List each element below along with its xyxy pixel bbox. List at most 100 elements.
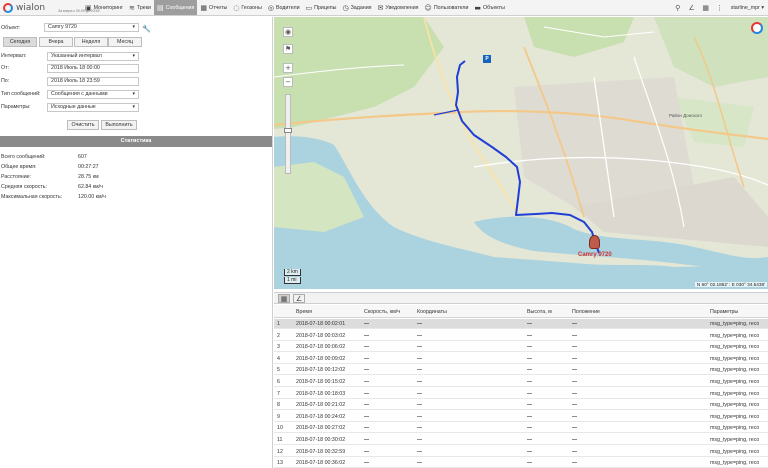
period-button[interactable]: Месяц <box>108 37 142 47</box>
nav-item-5[interactable]: ◎ Водители <box>265 0 303 15</box>
task-icon: ◷ <box>342 3 349 12</box>
table-cell: — <box>364 402 370 409</box>
table-cell: 3 <box>277 344 280 351</box>
table-cell: 13 <box>277 460 283 467</box>
table-row[interactable]: 4 2018-07-18 00:09:02 — — — — msg_type=ping, r… <box>274 354 768 364</box>
column-header[interactable]: Высота, м <box>527 309 552 315</box>
table-cell: — <box>364 321 370 327</box>
from-label: От: <box>1 65 10 71</box>
parking-marker[interactable]: P <box>483 55 491 63</box>
zoom-slider[interactable] <box>284 94 292 174</box>
interval-select[interactable]: Указанный интервал ▾ <box>47 52 139 61</box>
layers-icon[interactable]: ◉ <box>283 27 293 37</box>
period-button[interactable]: Неделя <box>74 37 108 47</box>
nav-item-3[interactable]: ▦ Отчеты <box>197 0 230 15</box>
nav-item-label: Геозоны <box>241 4 262 11</box>
stat-value: 28.75 км <box>78 174 99 180</box>
messages-table: Время Скорость, км/ч Координаты Высота, м По… <box>274 305 768 468</box>
table-row[interactable]: 7 2018-07-18 00:18:03 — — — — msg_type=ping, r… <box>274 389 768 399</box>
search-icon[interactable]: ⚲ <box>671 4 685 12</box>
table-cell: msg_type=ping, reco <box>710 425 760 432</box>
table-row[interactable]: 1 2018-07-18 00:02:01 — — — — msg_type=ping, r… <box>274 319 768 329</box>
stat-key: Максимальная скорость: <box>1 194 63 200</box>
unit-marker-label: Camry 9720 <box>578 252 612 258</box>
table-row[interactable]: 3 2018-07-18 00:06:02 — — — — msg_type=ping, r… <box>274 342 768 353</box>
table-cell: — <box>572 425 578 432</box>
nav-item-6[interactable]: ▭ Прицепы <box>303 0 340 15</box>
graph-icon[interactable]: ∠ <box>293 294 305 303</box>
period-button[interactable]: Вчера <box>39 37 73 47</box>
district-label: Район Донского <box>669 113 703 118</box>
table-cell: — <box>417 332 423 339</box>
chart-icon[interactable]: ∠ <box>685 4 699 12</box>
column-header[interactable]: Положение <box>572 309 600 315</box>
table-cell: — <box>364 413 370 420</box>
nav-item-1[interactable]: ≋ Треки <box>126 0 154 15</box>
zoom-in-button[interactable]: + <box>283 63 293 73</box>
table-cell: — <box>417 402 423 409</box>
nav-item-9[interactable]: ☺ Пользователи <box>422 0 472 15</box>
unit-marker-icon[interactable] <box>589 235 600 249</box>
table-icon[interactable]: ▦ <box>278 294 290 303</box>
period-button[interactable]: Сегодня <box>3 37 37 47</box>
table-cell: — <box>527 332 533 339</box>
table-row[interactable]: 6 2018-07-18 00:15:02 — — — — msg_type=ping, r… <box>274 377 768 387</box>
column-header[interactable]: Параметры <box>710 309 738 315</box>
table-row[interactable]: 10 2018-07-18 00:27:02 — — — — msg_type=ping, … <box>274 423 768 434</box>
map-scale: 2 km 1 mi <box>284 269 301 285</box>
nav-item-4[interactable]: ◌ Геозоны <box>230 0 265 15</box>
clear-button[interactable]: Очистить <box>67 120 99 130</box>
nav-item-8[interactable]: ✉ Уведомления <box>375 0 422 15</box>
table-row[interactable]: 13 2018-07-18 00:36:02 — — — — msg_type=ping, … <box>274 458 768 468</box>
table-cell: — <box>364 379 370 385</box>
table-row[interactable]: 5 2018-07-18 00:12:02 — — — — msg_type=ping, r… <box>274 365 768 376</box>
nav-item-7[interactable]: ◷ Задания <box>339 0 374 15</box>
column-header[interactable]: Скорость, км/ч <box>364 309 400 315</box>
table-cell: — <box>527 413 533 420</box>
table-cell: — <box>364 332 370 339</box>
messages-panel: Объект: Camry 9720 ▾ 🔧 Сегодня Вчера Недел… <box>0 17 273 468</box>
table-row[interactable]: 2 2018-07-18 00:03:02 — — — — msg_type=ping, r… <box>274 331 768 341</box>
menu-icon[interactable]: ⋮ <box>713 4 727 12</box>
message-type-select[interactable]: Сообщения с данными ▾ <box>47 90 139 99</box>
table-row[interactable]: 8 2018-07-18 00:21:02 — — — — msg_type=ping, r… <box>274 400 768 411</box>
column-header[interactable]: Время <box>296 309 312 315</box>
table-row[interactable]: 9 2018-07-18 00:24:02 — — — — msg_type=ping, r… <box>274 412 768 422</box>
top-right-tools: ⚲ ∠ ▦ ⋮ starline_mpr ▾ <box>671 0 768 15</box>
top-navigation-bar: wialon За вчера с 00:00 до 23:59 ▣ Монито… <box>0 0 768 16</box>
table-row[interactable]: 12 2018-07-18 00:32:59 — — — — msg_type=ping, … <box>274 447 768 457</box>
table-row[interactable]: 11 2018-07-18 00:30:02 — — — — msg_type=ping, … <box>274 435 768 445</box>
table-cell: — <box>572 321 578 327</box>
map-view[interactable]: Район Донского ◉ ⚑ + − P Camry 9720 2 km… <box>274 17 768 289</box>
column-header[interactable]: Координаты <box>417 309 447 315</box>
table-cell: — <box>417 425 423 432</box>
table-cell: — <box>527 390 533 397</box>
flag-icon[interactable]: ⚑ <box>283 44 293 54</box>
nav-item-10[interactable]: ▬ Объекты <box>471 0 507 15</box>
table-cell: msg_type=ping, reco <box>710 437 760 443</box>
parameters-select[interactable]: Исходные данные ▾ <box>47 103 139 112</box>
table-cell: — <box>417 437 423 443</box>
execute-button[interactable]: Выполнить <box>101 120 137 130</box>
stat-key: Расстояние: <box>1 174 32 180</box>
wialon-logo[interactable]: wialon За вчера с 00:00 до 23:59 <box>0 0 100 15</box>
user-menu[interactable]: starline_mpr ▾ <box>727 5 768 11</box>
to-date-input[interactable]: 2018 Июль 18 23:59 <box>47 77 139 86</box>
zoom-slider-handle[interactable] <box>284 128 292 133</box>
table-cell: 4 <box>277 355 280 362</box>
table-cell: — <box>417 344 423 351</box>
interval-label: Интервал: <box>1 53 27 59</box>
from-date-input[interactable]: 2018 Июль 18 00:00 <box>47 64 139 73</box>
table-cell: — <box>417 321 423 327</box>
messages-icon: ▤ <box>157 3 164 12</box>
table-cell: msg_type=ping, reco <box>710 344 760 351</box>
table-cell: 2018-07-18 00:32:59 <box>296 448 346 455</box>
grid-icon[interactable]: ▦ <box>699 4 713 12</box>
table-cell: — <box>527 437 533 443</box>
wrench-icon[interactable]: 🔧 <box>142 25 151 33</box>
nav-item-label: Задания <box>350 4 372 11</box>
trailer-icon: ▭ <box>305 3 313 12</box>
object-select[interactable]: Camry 9720 ▾ <box>44 23 139 32</box>
nav-item-2[interactable]: ▤ Сообщения <box>154 0 198 15</box>
zoom-out-button[interactable]: − <box>283 77 293 87</box>
